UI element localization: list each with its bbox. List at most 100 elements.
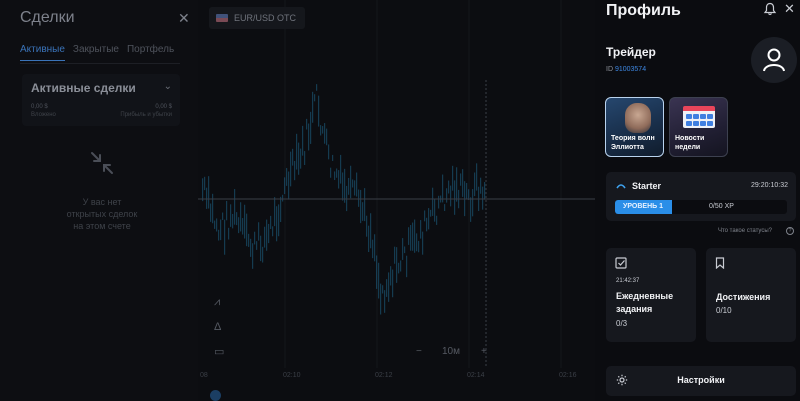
candle	[296, 133, 298, 170]
settings-button[interactable]: Настройки	[606, 366, 796, 396]
candle	[212, 193, 214, 224]
candle	[432, 187, 434, 216]
candle	[390, 266, 392, 286]
trades-close-button[interactable]: ✕	[178, 10, 190, 27]
question-icon[interactable]: ?	[786, 227, 794, 235]
candle	[404, 246, 406, 254]
asset-name: EUR/USD OTC	[234, 13, 297, 23]
candle	[220, 219, 222, 241]
candle	[462, 169, 464, 197]
us-flag-icon	[216, 14, 228, 22]
trades-title: Сделки	[20, 9, 75, 26]
candle	[456, 167, 458, 202]
candle	[452, 165, 454, 191]
candle	[320, 125, 322, 136]
story-elliott-waves[interactable]: Теория волн Эллиотта	[605, 97, 664, 157]
candle	[310, 111, 312, 144]
chart-area[interactable]: EUR/USD OTC ⩘ Δ ▭ − 10м + 08 02:10 02:12…	[198, 0, 595, 401]
person-photo	[625, 103, 651, 133]
drawing-tool-icon[interactable]: Δ	[214, 321, 221, 333]
candle	[400, 260, 402, 272]
candle	[202, 178, 204, 202]
candle	[244, 204, 246, 239]
candle	[392, 269, 394, 298]
candle	[222, 212, 224, 221]
candle	[450, 185, 452, 207]
story-label: Новости недели	[675, 135, 705, 151]
achievements-title: Достижения	[716, 292, 771, 302]
zoom-in-button[interactable]: +	[481, 346, 487, 357]
candle	[426, 217, 428, 232]
candle	[258, 222, 260, 241]
candle	[430, 209, 432, 217]
candle	[338, 170, 340, 189]
status-card[interactable]: Starter 29:20:10:32 УРОВЕНЬ 1 0/50 XP	[606, 172, 796, 221]
candle	[328, 144, 330, 160]
zoom-out-button[interactable]: −	[416, 346, 422, 357]
candle	[352, 179, 354, 188]
candle	[292, 148, 294, 166]
candle	[272, 226, 274, 237]
candle	[396, 247, 398, 283]
user-id-value[interactable]: 91003574	[615, 66, 646, 73]
candle	[282, 194, 284, 202]
avatar[interactable]	[751, 37, 797, 83]
candle	[208, 176, 210, 209]
candle	[334, 171, 336, 181]
checkbox-icon	[615, 257, 627, 269]
chart-scroll-handle[interactable]	[210, 390, 221, 401]
story-label: Теория волн Эллиотта	[611, 135, 655, 151]
chevron-down-icon[interactable]: ⌄	[164, 81, 172, 92]
candle	[316, 84, 318, 91]
candle	[312, 91, 314, 123]
candle	[228, 227, 230, 240]
timeframe-label[interactable]: 10м	[442, 346, 460, 357]
candle	[232, 213, 234, 229]
price-chart[interactable]	[198, 0, 595, 401]
candle	[318, 95, 320, 127]
candle	[384, 290, 386, 313]
status-timer: 29:20:10:32	[751, 182, 788, 189]
tab-closed[interactable]: Закрытые	[73, 44, 119, 61]
candle	[270, 215, 272, 229]
candle	[436, 215, 438, 225]
trades-tabs: Активные Закрытые Портфель	[20, 44, 174, 61]
candle	[306, 118, 308, 130]
candle	[266, 219, 268, 251]
status-help-link[interactable]: Что такое статусы?	[718, 228, 772, 234]
profile-close-button[interactable]: ✕	[784, 1, 795, 17]
candle	[398, 262, 400, 274]
daily-tasks-timer: 21:42:37	[616, 278, 640, 284]
candle	[366, 215, 368, 237]
asset-selector[interactable]: EUR/USD OTC	[209, 7, 306, 29]
candle	[300, 148, 302, 169]
bell-icon[interactable]	[763, 2, 777, 16]
tab-active[interactable]: Активные	[20, 44, 65, 61]
candle	[252, 243, 254, 269]
empty-trades-message: У вас нет открытых сделок на этом счете	[66, 197, 138, 231]
candle	[394, 246, 396, 264]
candle	[414, 219, 416, 253]
candle	[468, 189, 470, 201]
achievements-card[interactable]: Достижения 0/10	[706, 248, 796, 342]
active-trades-title: Активные сделки	[31, 81, 136, 95]
tab-portfolio[interactable]: Портфель	[127, 44, 174, 61]
user-icon	[763, 48, 785, 72]
candle	[408, 227, 410, 245]
candle	[290, 151, 292, 187]
active-trades-card[interactable]: Активные сделки ⌄ 0,00 $ Вложено 0,00 $ …	[22, 74, 180, 126]
tabs-divider	[20, 63, 180, 64]
candle	[284, 177, 286, 195]
candle	[206, 187, 208, 209]
app-root: Сделки ✕ Активные Закрытые Портфель Акти…	[0, 0, 800, 401]
time-label: 02:16	[559, 372, 577, 379]
candle	[214, 220, 216, 229]
candle	[382, 285, 384, 294]
story-weekly-news[interactable]: Новости недели	[669, 97, 728, 157]
line-tool-icon[interactable]: ⩘	[214, 296, 220, 309]
candle	[278, 204, 280, 237]
candle	[314, 94, 316, 102]
layout-tool-icon[interactable]: ▭	[214, 345, 224, 358]
daily-tasks-card[interactable]: 21:42:37 Ежедневные задания 0/3	[606, 248, 696, 342]
candle	[416, 233, 418, 252]
